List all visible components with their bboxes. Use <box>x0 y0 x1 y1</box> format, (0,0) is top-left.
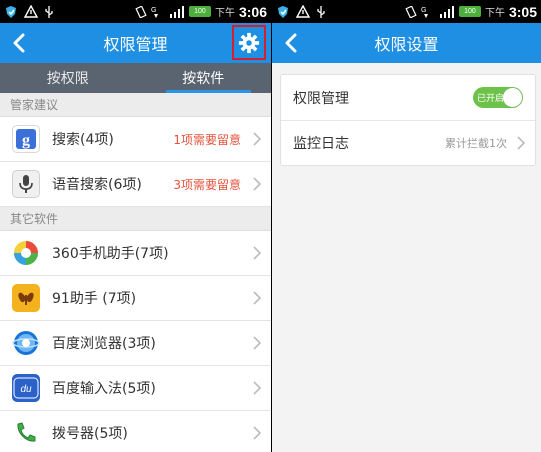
google-search-icon: g <box>12 125 40 153</box>
signal-strength-icon <box>439 5 454 18</box>
back-arrow-icon[interactable] <box>8 31 32 55</box>
battery-icon: 100 <box>458 6 481 17</box>
list-item-baidu-ime[interactable]: du 百度输入法(5项) <box>0 366 271 411</box>
rotate-lock-icon <box>135 5 147 18</box>
warning-count: 1项需要留意 <box>173 132 241 147</box>
status-time: 3:06 <box>238 3 267 20</box>
chevron-right-icon <box>253 177 261 191</box>
section-header-other: 其它软件 <box>0 207 271 231</box>
signal-strength-icon <box>169 5 184 18</box>
chevron-right-icon <box>253 336 261 350</box>
list-item-voice-search[interactable]: 语音搜索(6项) 3项需要留意 <box>0 162 271 207</box>
list-item-91-assistant[interactable]: 91助手 (7项) <box>0 276 271 321</box>
setting-label: 权限管理 <box>293 90 349 107</box>
gear-icon <box>238 32 260 53</box>
tab-by-permission[interactable]: 按权限 <box>0 63 136 93</box>
shield-notification-icon <box>6 5 16 18</box>
header-bar: 权限管理 <box>0 23 271 63</box>
tab-bar: 按权限 按软件 <box>0 63 271 93</box>
list-item-baidu-browser[interactable]: 百度浏览器(3项) <box>0 321 271 366</box>
usb-icon <box>317 5 325 18</box>
warning-icon <box>296 5 310 18</box>
warning-icon <box>24 5 38 18</box>
shield-notification-icon <box>278 5 288 18</box>
status-time: 3:05 <box>508 3 537 20</box>
91-assistant-icon <box>12 284 40 312</box>
list-item-label: 360手机助手(7项) <box>52 246 169 262</box>
back-arrow-icon[interactable] <box>280 31 304 55</box>
baidu-browser-icon <box>12 329 40 357</box>
svg-text:g: g <box>22 132 30 149</box>
tab-by-app[interactable]: 按软件 <box>136 63 272 93</box>
chevron-right-icon <box>253 381 261 395</box>
dialer-icon <box>12 419 40 447</box>
setting-label: 监控日志 <box>293 136 349 152</box>
list-item-dialer[interactable]: 拨号器(5项) <box>0 411 271 452</box>
baidu-ime-glyph: du <box>20 384 32 395</box>
status-ampm: 下午 <box>214 8 235 19</box>
status-ampm: 下午 <box>484 8 505 19</box>
baidu-ime-icon: du <box>12 374 40 402</box>
toggle-knob <box>503 88 522 107</box>
list-item-label: 搜索(4项) <box>52 132 114 148</box>
status-bar: G 100 下午 3:05 <box>272 0 541 23</box>
list-item-label: 91助手 (7项) <box>52 291 137 307</box>
list-item-label: 百度输入法(5项) <box>52 381 156 397</box>
setting-row-permission: 权限管理 已开启 <box>281 75 535 120</box>
settings-button[interactable] <box>232 25 266 60</box>
voice-search-icon <box>12 170 40 198</box>
section-header-suggest: 管家建议 <box>0 93 271 117</box>
permission-toggle[interactable]: 已开启 <box>473 87 523 108</box>
settings-card: 权限管理 已开启 监控日志 累计拦截1次 <box>280 74 536 166</box>
rotate-lock-icon <box>405 5 417 18</box>
status-bar: G 100 下午 3:06 <box>0 0 271 23</box>
chevron-right-icon <box>517 136 525 150</box>
chevron-right-icon <box>253 426 261 440</box>
battery-icon: 100 <box>188 6 211 17</box>
usb-icon <box>45 5 53 18</box>
list-item-search[interactable]: g 搜索(4项) 1项需要留意 <box>0 117 271 162</box>
header-bar: 权限设置 <box>272 23 541 63</box>
360-assistant-icon <box>12 239 40 267</box>
warning-count: 3项需要留意 <box>173 177 241 192</box>
list-item-label: 语音搜索(6项) <box>52 177 142 193</box>
list-item-label: 百度浏览器(3项) <box>52 336 156 352</box>
signal-3g-icon: G <box>151 7 158 18</box>
svg-text:G: G <box>151 7 156 14</box>
list-item-360-assistant[interactable]: 360手机助手(7项) <box>0 231 271 276</box>
right-screen: G 100 下午 3:05 权限设置 权限管理 已开启 监控日志 累计拦截1次 <box>272 0 541 452</box>
chevron-right-icon <box>253 291 261 305</box>
block-count: 累计拦截1次 <box>445 137 507 150</box>
chevron-right-icon <box>253 246 261 260</box>
setting-row-monitor-log[interactable]: 监控日志 累计拦截1次 <box>281 120 535 165</box>
left-screen: G 100 下午 3:06 权限管理 按权限 按软件 管家建议 g 搜索(4项)… <box>0 0 271 452</box>
svg-text:G: G <box>421 7 426 14</box>
chevron-right-icon <box>253 132 261 146</box>
signal-3g-icon: G <box>421 7 428 18</box>
toggle-label: 已开启 <box>477 94 505 104</box>
list-item-label: 拨号器(5项) <box>52 426 128 442</box>
page-title: 权限管理 <box>103 37 168 54</box>
page-title: 权限设置 <box>374 37 439 54</box>
